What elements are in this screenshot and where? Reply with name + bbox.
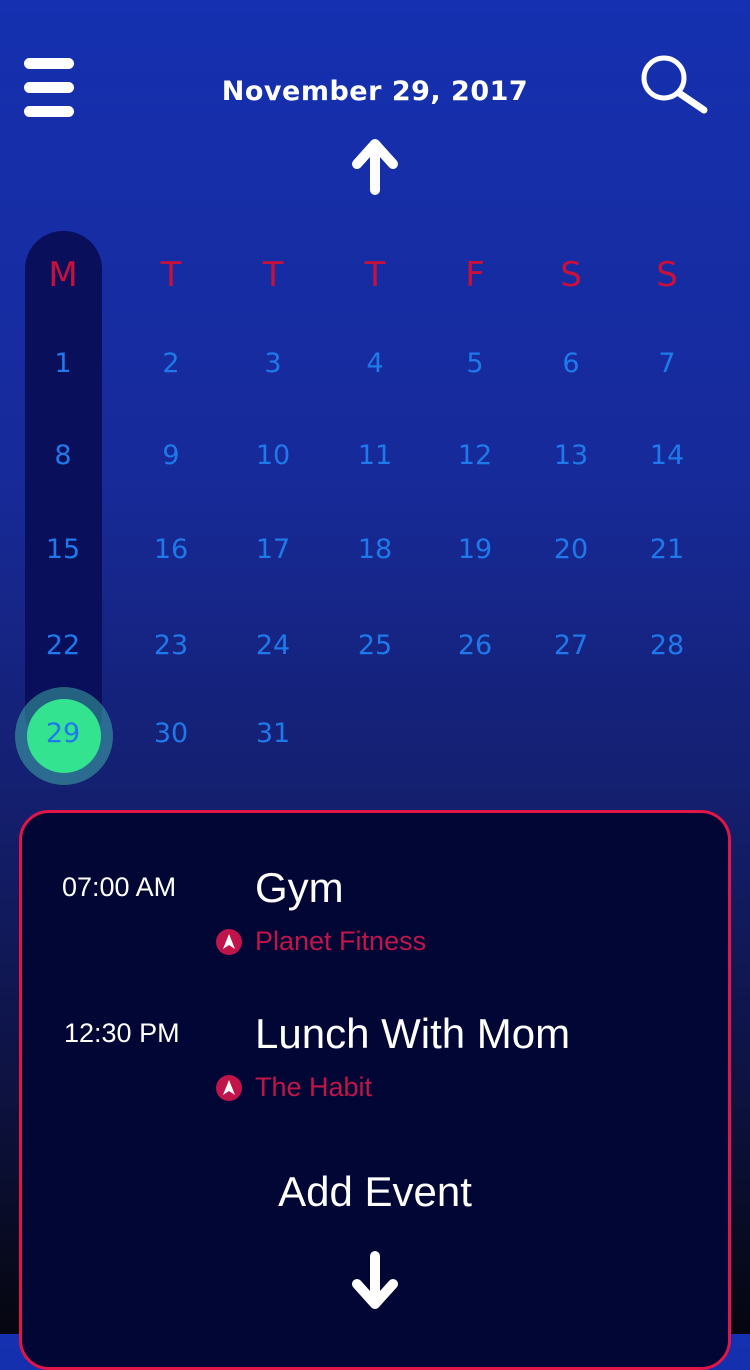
weekday-header: F	[465, 255, 485, 295]
calendar-day[interactable]: 4	[335, 348, 415, 379]
calendar-day[interactable]: 2	[131, 348, 211, 379]
calendar-day[interactable]: 18	[335, 534, 415, 565]
weekday-header: T	[160, 255, 182, 295]
calendar-day[interactable]: 10	[233, 440, 313, 471]
add-event-button[interactable]: Add Event	[0, 1168, 750, 1216]
calendar-day[interactable]: 1	[23, 348, 103, 379]
calendar-day[interactable]: 17	[233, 534, 313, 565]
calendar-day[interactable]: 26	[435, 630, 515, 661]
calendar-day[interactable]: 19	[435, 534, 515, 565]
location-pin-icon	[216, 1075, 242, 1101]
calendar-day[interactable]: 13	[531, 440, 611, 471]
calendar-day[interactable]: 23	[131, 630, 211, 661]
arrow-down-icon[interactable]	[350, 1250, 400, 1312]
event-time: 12:30 PM	[64, 1018, 180, 1048]
weekday-header: S	[560, 255, 582, 295]
calendar-day[interactable]: 22	[23, 630, 103, 661]
arrow-up-icon[interactable]	[350, 136, 400, 198]
location-pin-icon	[216, 929, 242, 955]
calendar-day[interactable]: 3	[233, 348, 313, 379]
calendar-day[interactable]: 5	[435, 348, 515, 379]
event-location[interactable]: Planet Fitness	[255, 926, 426, 957]
calendar-day[interactable]: 7	[627, 348, 707, 379]
search-icon[interactable]	[638, 54, 710, 116]
calendar-day[interactable]: 25	[335, 630, 415, 661]
calendar-day[interactable]: 30	[131, 718, 211, 749]
weekday-header: T	[364, 255, 386, 295]
calendar-day[interactable]: 31	[233, 718, 313, 749]
weekday-header: M	[48, 255, 78, 295]
calendar-day[interactable]: 9	[131, 440, 211, 471]
event-title[interactable]: Gym	[255, 864, 344, 912]
weekday-header: S	[656, 255, 678, 295]
event-title[interactable]: Lunch With Mom	[255, 1010, 570, 1058]
calendar-day[interactable]: 8	[23, 440, 103, 471]
event-time: 07:00 AM	[62, 872, 177, 902]
calendar-day[interactable]: 15	[23, 534, 103, 565]
selected-weekday-column	[25, 231, 102, 751]
calendar-day[interactable]: 28	[627, 630, 707, 661]
calendar-day[interactable]: 6	[531, 348, 611, 379]
calendar-day[interactable]: 21	[627, 534, 707, 565]
weekday-header: T	[262, 255, 284, 295]
calendar-day[interactable]: 27	[531, 630, 611, 661]
calendar-day-selected[interactable]: 29	[23, 718, 103, 749]
calendar-day[interactable]: 20	[531, 534, 611, 565]
calendar-day[interactable]: 16	[131, 534, 211, 565]
calendar-day[interactable]: 24	[233, 630, 313, 661]
calendar-day[interactable]: 11	[335, 440, 415, 471]
calendar-day[interactable]: 14	[627, 440, 707, 471]
event-location[interactable]: The Habit	[255, 1072, 372, 1103]
calendar-day[interactable]: 12	[435, 440, 515, 471]
